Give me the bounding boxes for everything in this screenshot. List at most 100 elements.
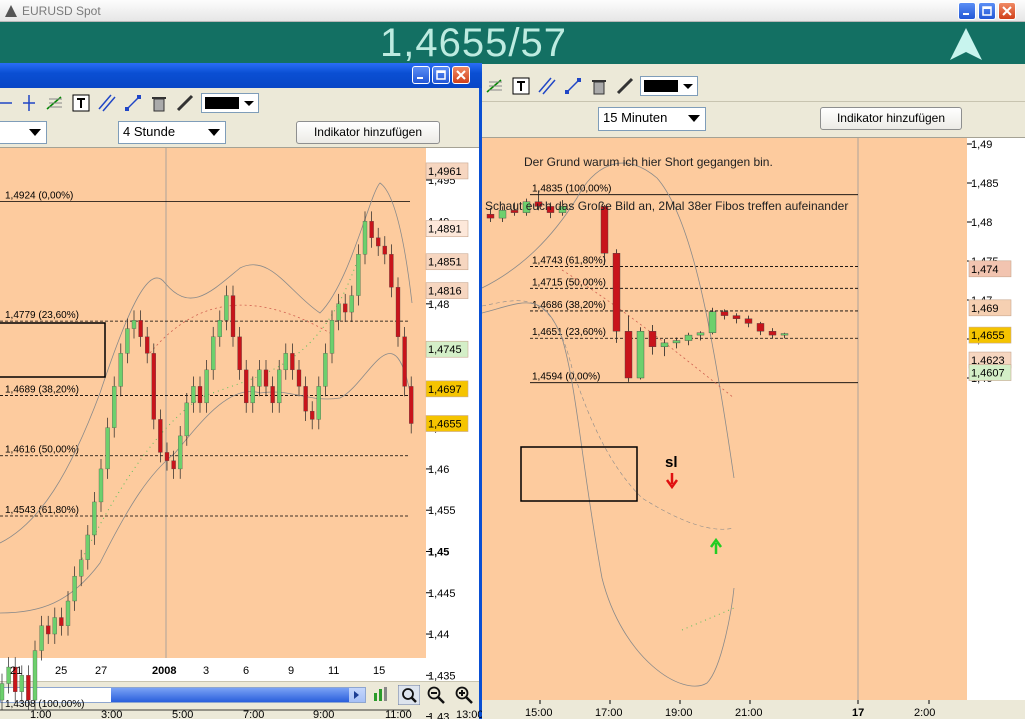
y-tick-label: 1,445 bbox=[428, 588, 456, 600]
price-tag-label: 1,4961 bbox=[428, 166, 462, 178]
candle bbox=[624, 330, 633, 379]
candle bbox=[389, 254, 394, 288]
color-picker[interactable] bbox=[640, 76, 698, 96]
candle bbox=[648, 330, 657, 347]
trash-icon[interactable] bbox=[150, 94, 168, 112]
candle bbox=[696, 332, 705, 336]
x-tick-label: 2:00 bbox=[914, 707, 935, 719]
y-tick-label: 1,49 bbox=[971, 139, 992, 151]
x-tick-label: 21 bbox=[10, 665, 22, 677]
quote-value: 1,4655/57 bbox=[380, 21, 567, 65]
timeframe-select[interactable]: 4 Stunde bbox=[118, 121, 226, 144]
x-tick-label: 25 bbox=[55, 665, 67, 677]
candle bbox=[224, 295, 229, 321]
close-button[interactable] bbox=[998, 2, 1016, 20]
candle bbox=[303, 386, 308, 412]
candle bbox=[768, 330, 777, 336]
text-tool-icon[interactable] bbox=[72, 94, 90, 112]
price-tag-label: 1,4607 bbox=[971, 368, 1005, 380]
candle bbox=[756, 323, 765, 332]
front-drawing-toolbar bbox=[0, 88, 479, 118]
candle bbox=[277, 369, 282, 404]
fib-label: 1,4743 (61,80%) bbox=[532, 255, 606, 266]
tools-icon[interactable] bbox=[616, 77, 634, 95]
fibonacci-tool-icon[interactable] bbox=[486, 77, 504, 95]
trendline-icon[interactable] bbox=[564, 77, 582, 95]
parallel-lines-icon[interactable] bbox=[538, 77, 556, 95]
candle bbox=[112, 386, 117, 428]
bottom-time-label: 5:00 bbox=[172, 709, 193, 719]
candle bbox=[296, 369, 302, 387]
candle bbox=[145, 336, 150, 354]
front-window-titlebar bbox=[0, 63, 482, 88]
candle bbox=[178, 435, 183, 470]
candle bbox=[283, 353, 288, 371]
fibonacci-tool-icon[interactable] bbox=[46, 94, 64, 112]
price-tag-label: 1,474 bbox=[971, 264, 999, 276]
x-tick-label: 15 bbox=[373, 665, 385, 677]
parallel-lines-icon[interactable] bbox=[98, 94, 116, 112]
candle bbox=[744, 318, 753, 324]
price-tag-label: 1,4655 bbox=[971, 330, 1005, 342]
candle bbox=[237, 336, 242, 371]
bottom-time-label: 1:00 bbox=[30, 709, 51, 719]
candle bbox=[395, 287, 401, 337]
candle bbox=[343, 303, 348, 313]
color-picker[interactable] bbox=[201, 93, 259, 113]
add-indicator-button[interactable]: Indikator hinzufügen bbox=[820, 107, 962, 130]
bottom-time-label: 9:00 bbox=[313, 709, 334, 719]
candle bbox=[52, 617, 57, 635]
x-tick-label: 19:00 bbox=[665, 707, 693, 719]
candle bbox=[131, 320, 137, 329]
candle bbox=[217, 320, 222, 337]
maximize-button[interactable] bbox=[432, 66, 450, 84]
candle bbox=[158, 419, 163, 453]
trash-icon[interactable] bbox=[590, 77, 608, 95]
minimize-button[interactable] bbox=[412, 66, 430, 84]
candle bbox=[244, 369, 249, 404]
bottom-time-axis: 1:00 3:00 5:00 7:00 9:00 11:00 13:00 bbox=[30, 709, 482, 719]
maximize-button[interactable] bbox=[978, 2, 996, 20]
candle bbox=[409, 386, 414, 424]
candle bbox=[672, 340, 681, 344]
candle bbox=[59, 617, 64, 626]
add-indicator-button[interactable]: Indikator hinzufügen bbox=[296, 121, 440, 144]
timeframe-select[interactable]: 15 Minuten bbox=[598, 107, 706, 131]
color-swatch bbox=[205, 97, 239, 109]
candle bbox=[32, 650, 38, 701]
instrument-select[interactable] bbox=[0, 121, 47, 144]
candle bbox=[164, 452, 170, 461]
candle bbox=[356, 254, 361, 296]
bottom-time-label: 11:00 bbox=[385, 709, 412, 719]
sl-label: sl bbox=[665, 454, 678, 471]
back-chart[interactable]: 1,4835 (100,00%) 1,4743 (61,80%) 1,4715 (5… bbox=[482, 138, 1025, 719]
tools-icon[interactable] bbox=[176, 94, 194, 112]
candle bbox=[72, 576, 77, 602]
cross-tool-icon[interactable] bbox=[20, 94, 38, 112]
fib-label: 1,4616 (50,00%) bbox=[5, 445, 79, 456]
up-arrow-icon bbox=[950, 28, 982, 60]
front-chart[interactable]: 1,4924 (0,00%) 1,4779 (23,60%) 1,4689 (38,… bbox=[0, 143, 482, 719]
text-tool-icon[interactable] bbox=[512, 77, 530, 95]
candle bbox=[323, 353, 328, 387]
x-tick-label: 6 bbox=[243, 665, 249, 677]
close-button[interactable] bbox=[452, 66, 470, 84]
candle bbox=[612, 252, 621, 332]
candle bbox=[660, 342, 669, 347]
candle bbox=[39, 625, 44, 651]
line-tool-icon[interactable] bbox=[0, 94, 16, 112]
timeframe-value: 15 Minuten bbox=[603, 110, 668, 125]
trendline-icon[interactable] bbox=[124, 94, 142, 112]
candle bbox=[211, 336, 216, 371]
candle bbox=[204, 369, 209, 404]
app-icon bbox=[5, 5, 17, 17]
color-swatch bbox=[644, 80, 678, 92]
minimize-button[interactable] bbox=[958, 2, 976, 20]
candle bbox=[92, 501, 97, 536]
plot-area bbox=[0, 148, 426, 658]
annotation-1: Der Grund warum ich hier Short gegangen … bbox=[524, 155, 773, 169]
x-tick-label: 17 bbox=[852, 707, 864, 719]
candle bbox=[290, 353, 295, 371]
candle bbox=[151, 353, 156, 420]
time-axis bbox=[0, 658, 479, 681]
